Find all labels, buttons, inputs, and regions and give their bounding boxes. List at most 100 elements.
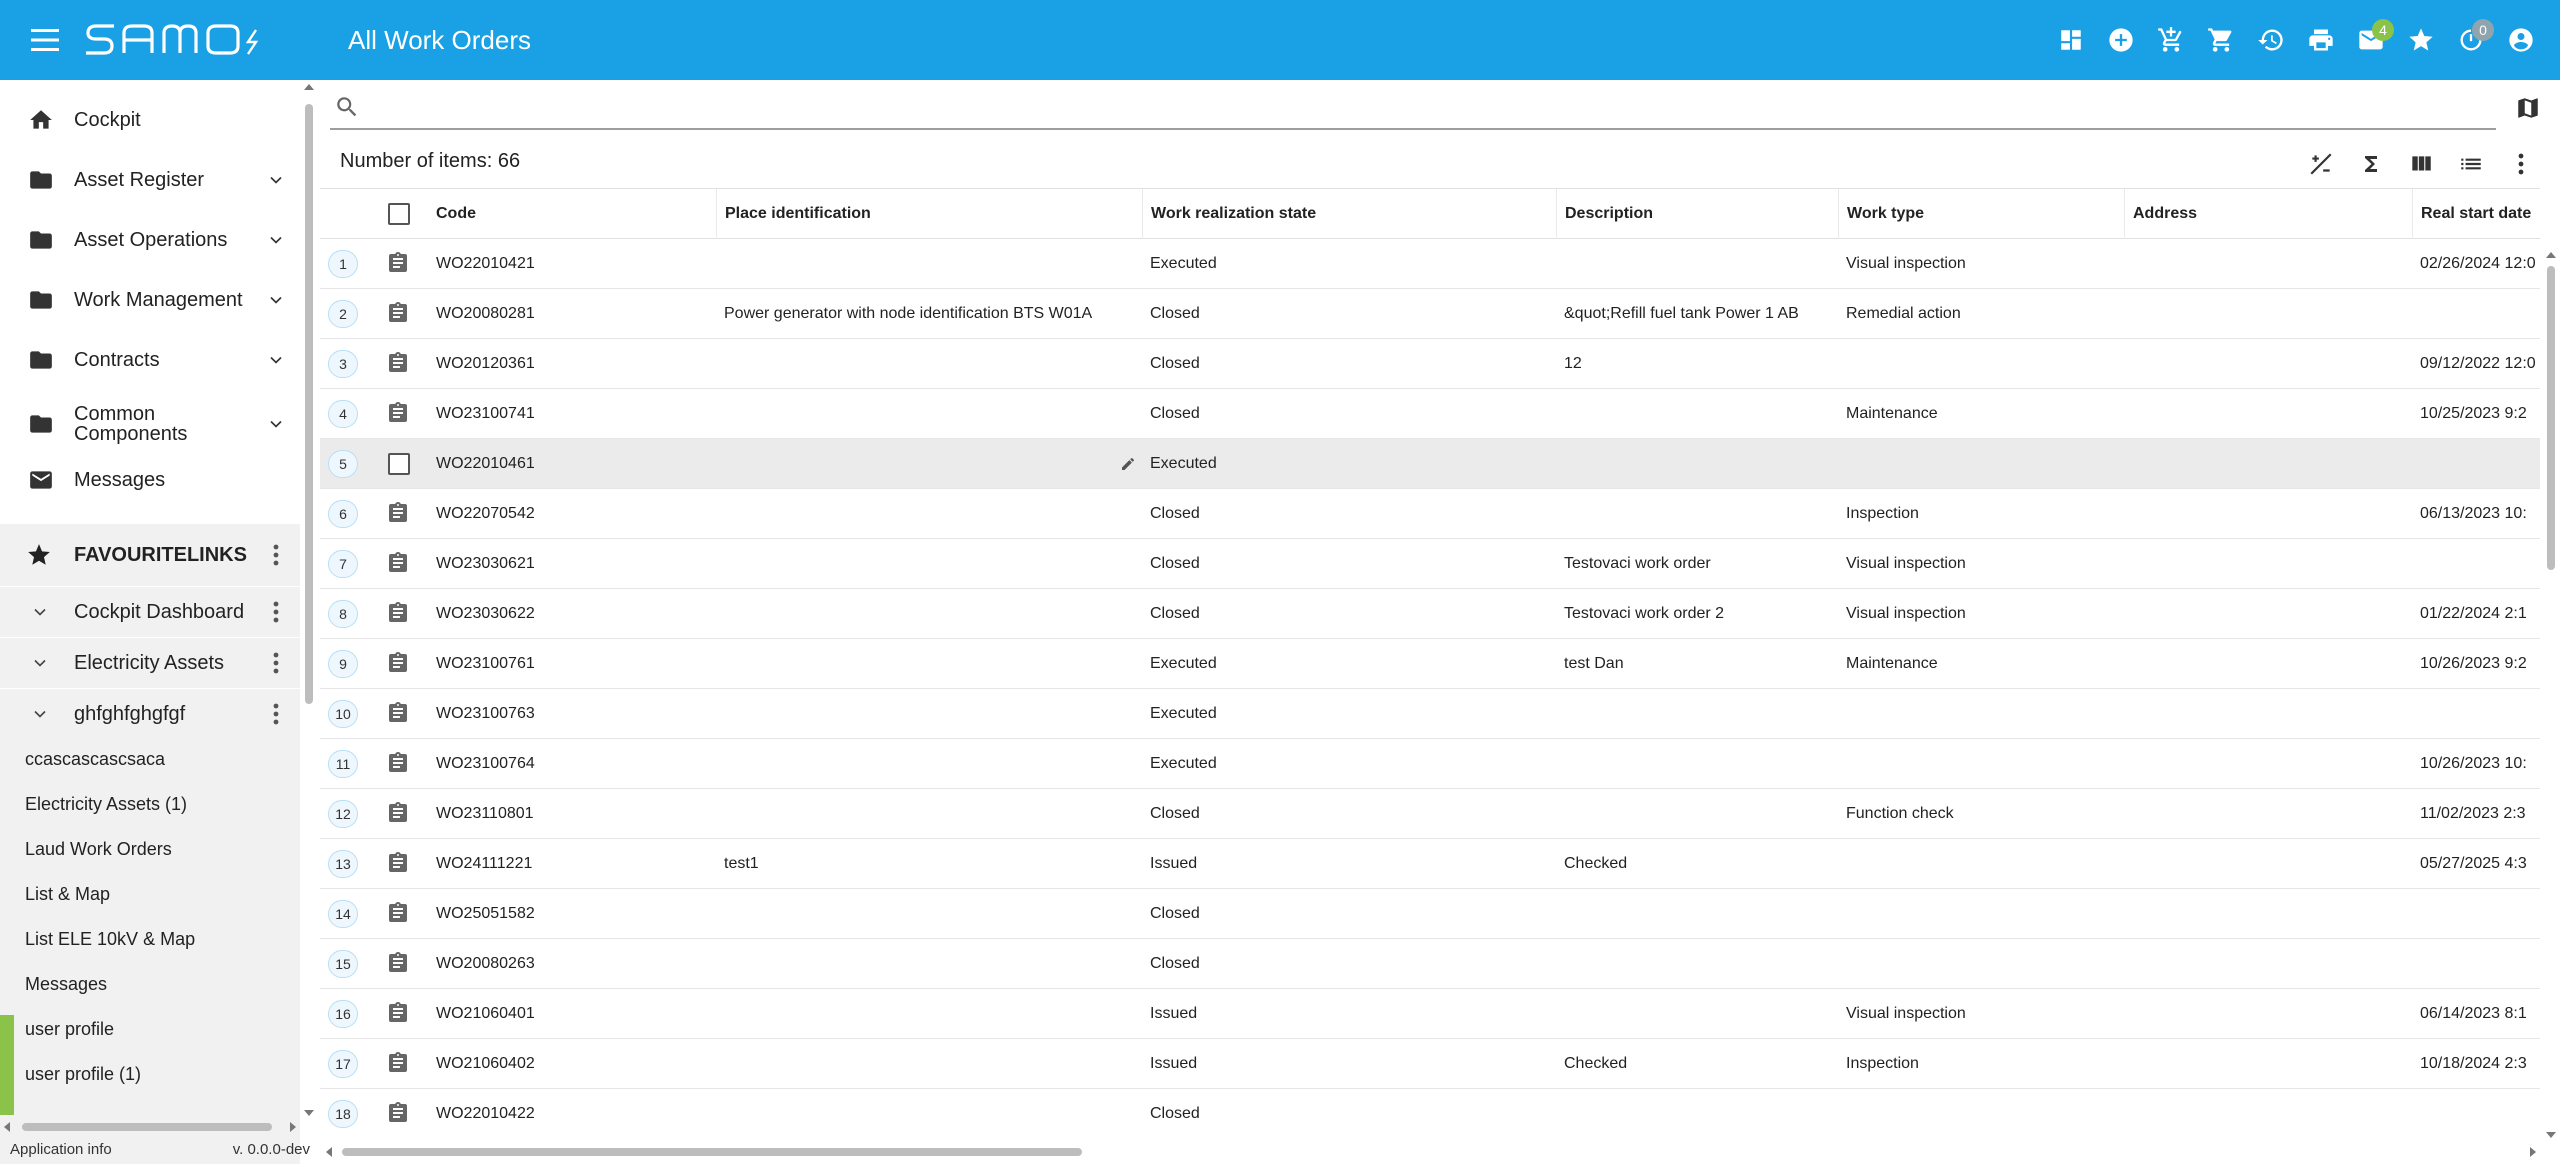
table-row[interactable]: 15 WO20080263 Closed: [320, 939, 2540, 989]
clipboard-icon[interactable]: [386, 301, 410, 325]
table-row[interactable]: 16 WO21060401 Issued Visual inspection 06/14…: [320, 989, 2540, 1039]
clipboard-icon[interactable]: [386, 701, 410, 725]
clipboard-icon[interactable]: [386, 851, 410, 875]
sidebar-item-messages[interactable]: Messages: [0, 452, 300, 508]
mail-button[interactable]: 4: [2346, 15, 2396, 65]
clipboard-icon[interactable]: [386, 801, 410, 825]
column-header-state[interactable]: Work realization state: [1142, 189, 1556, 239]
clipboard-icon[interactable]: [386, 401, 410, 425]
table-row[interactable]: 14 WO25051582 Closed: [320, 889, 2540, 939]
search-input[interactable]: [370, 88, 2470, 126]
more-vert-icon[interactable]: [266, 541, 286, 569]
row-checkbox[interactable]: [388, 453, 410, 475]
cart-button[interactable]: [2196, 15, 2246, 65]
table-row[interactable]: 12 WO23110801 Closed Function check 11/02/20…: [320, 789, 2540, 839]
table-row[interactable]: 6 WO22070542 Closed Inspection 06/13/2023 10…: [320, 489, 2540, 539]
clipboard-icon[interactable]: [386, 901, 410, 925]
list-view-button[interactable]: [2446, 142, 2496, 186]
table-row[interactable]: 2 WO20080281 Power generator with node ide…: [320, 289, 2540, 339]
sidebar-item-asset-operations[interactable]: Asset Operations: [0, 212, 300, 268]
print-button[interactable]: [2296, 15, 2346, 65]
clipboard-icon[interactable]: [386, 651, 410, 675]
fav-link[interactable]: user profile (1): [0, 1052, 300, 1097]
menu-button[interactable]: [24, 19, 66, 61]
more-vert-icon[interactable]: [266, 649, 286, 677]
favourites-header[interactable]: FAVOURITELINKS: [0, 524, 300, 586]
favourites-button[interactable]: [2396, 15, 2446, 65]
add-button[interactable]: [2096, 15, 2146, 65]
more-vert-icon[interactable]: [266, 598, 286, 626]
table-row[interactable]: 13 WO24111221 test1 Issued Checked 05/27/2025…: [320, 839, 2540, 889]
history-button[interactable]: [2246, 15, 2296, 65]
table-row[interactable]: 7 WO23030621 Closed Testovaci work order Vis…: [320, 539, 2540, 589]
clipboard-icon[interactable]: [386, 951, 410, 975]
fav-link[interactable]: Laud Work Orders: [0, 827, 300, 872]
clipboard-icon[interactable]: [386, 551, 410, 575]
clipboard-icon[interactable]: [386, 501, 410, 525]
sidebar-item-asset-register[interactable]: Asset Register: [0, 152, 300, 208]
sidebar-item-common-components[interactable]: Common Components: [0, 392, 300, 456]
column-header-description[interactable]: Description: [1556, 189, 1838, 239]
clipboard-icon[interactable]: [386, 251, 410, 275]
clipboard-icon[interactable]: [386, 351, 410, 375]
table-row[interactable]: 8 WO23030622 Closed Testovaci work order 2 V…: [320, 589, 2540, 639]
cell-place: [716, 239, 1142, 288]
table-row[interactable]: 3 WO20120361 Closed 12 09/12/2022 12:0: [320, 339, 2540, 389]
columns-button[interactable]: [2396, 142, 2446, 186]
table-row[interactable]: 9 WO23100761 Executed test Dan Maintenance 10…: [320, 639, 2540, 689]
table-row[interactable]: 5 WO22010461 Executed: [320, 439, 2540, 489]
clipboard-icon[interactable]: [386, 1001, 410, 1025]
fav-group-cockpit-dashboard[interactable]: Cockpit Dashboard: [0, 587, 300, 637]
column-header-code[interactable]: Code: [428, 189, 716, 239]
fav-link[interactable]: Electricity Assets (1): [0, 782, 300, 827]
table-row[interactable]: 18 WO22010422 Closed: [320, 1089, 2540, 1138]
fav-link[interactable]: Messages: [0, 962, 300, 1007]
formula-button[interactable]: [2296, 142, 2346, 186]
column-header-work-type[interactable]: Work type: [1838, 189, 2124, 239]
chevron-down-icon[interactable]: [264, 168, 288, 192]
table-vscroll[interactable]: [2544, 248, 2558, 1144]
fav-group-ghfghfghgfgf[interactable]: ghfghfghgfgf: [0, 689, 300, 739]
chevron-down-icon[interactable]: [264, 288, 288, 312]
fav-link[interactable]: ccascascascsaca: [0, 737, 300, 782]
dashboard-button[interactable]: [2046, 15, 2096, 65]
column-header-start-date[interactable]: Real start date: [2412, 189, 2540, 239]
table-row[interactable]: 10 WO23100763 Executed: [320, 689, 2540, 739]
table-hscroll[interactable]: [320, 1140, 2540, 1164]
table-row[interactable]: 1 WO22010421 Executed Visual inspection 02/2…: [320, 239, 2540, 289]
fav-link[interactable]: List ELE 10kV & Map: [0, 917, 300, 962]
table-row[interactable]: 17 WO21060402 Issued Checked Inspection 10/18…: [320, 1039, 2540, 1089]
chevron-down-icon[interactable]: [264, 228, 288, 252]
more-vert-icon[interactable]: [266, 700, 286, 728]
more-button[interactable]: [2496, 142, 2546, 186]
cart-add-button[interactable]: [2146, 15, 2196, 65]
cell-code: WO20080281: [436, 304, 535, 322]
cell-start: [2412, 889, 2540, 938]
sidebar-item-contracts[interactable]: Contracts: [0, 332, 300, 388]
map-button[interactable]: [2510, 90, 2546, 126]
clipboard-icon[interactable]: [386, 1051, 410, 1075]
clipboard-icon[interactable]: [386, 751, 410, 775]
sidebar-hscroll[interactable]: [0, 1116, 300, 1138]
sum-button[interactable]: [2346, 142, 2396, 186]
sidebar-item-cockpit[interactable]: Cockpit: [0, 92, 300, 148]
chevron-down-icon[interactable]: [264, 348, 288, 372]
timer-button[interactable]: 0: [2446, 15, 2496, 65]
account-button[interactable]: [2496, 15, 2546, 65]
app-info-link[interactable]: Application info: [10, 1141, 112, 1158]
fav-link[interactable]: user profile: [0, 1007, 300, 1052]
column-header-place[interactable]: Place identification: [716, 189, 1142, 239]
table-row[interactable]: 11 WO23100764 Executed 10/26/2023 10:: [320, 739, 2540, 789]
fav-group-electricity-assets[interactable]: Electricity Assets: [0, 638, 300, 688]
fav-link[interactable]: List & Map: [0, 872, 300, 917]
select-all-checkbox[interactable]: [388, 203, 410, 225]
clipboard-icon[interactable]: [386, 1101, 410, 1125]
cell-code: WO22010461: [436, 454, 535, 472]
app-logo[interactable]: [80, 20, 320, 60]
clipboard-icon[interactable]: [386, 601, 410, 625]
sidebar-vscroll[interactable]: [302, 80, 316, 1120]
table-row[interactable]: 4 WO23100741 Closed Maintenance 10/25/2023 9…: [320, 389, 2540, 439]
chevron-down-icon[interactable]: [264, 412, 288, 436]
sidebar-item-work-management[interactable]: Work Management: [0, 272, 300, 328]
column-header-address[interactable]: Address: [2124, 189, 2412, 239]
